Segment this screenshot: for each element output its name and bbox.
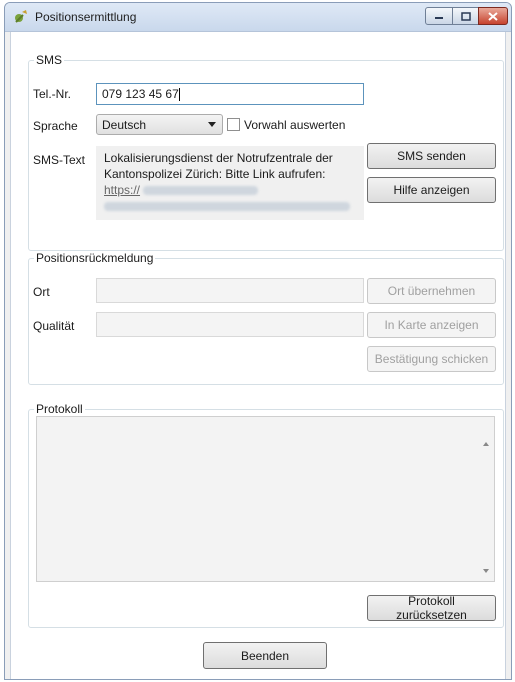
close-icon	[488, 11, 498, 21]
sms-text-line: Kantonspolizei Zürich: Bitte Link aufruf…	[104, 167, 326, 181]
sms-text-area[interactable]: Lokalisierungsdienst der Notrufzentrale …	[96, 146, 364, 220]
minimize-icon	[435, 17, 443, 19]
prefix-checkbox[interactable]	[227, 118, 240, 131]
sms-link-prefix: https://	[104, 183, 141, 197]
reset-log-button[interactable]: Protokoll zurücksetzen	[367, 594, 496, 622]
client-area: SMS Tel.-Nr. 079 123 45 67 Sprache Deuts…	[10, 32, 506, 679]
apply-location-button[interactable]: Ort übernehmen	[367, 278, 496, 304]
satellite-dish-icon	[15, 10, 27, 23]
title-bar[interactable]: Positionsermittlung	[5, 3, 511, 32]
show-on-map-button[interactable]: In Karte anzeigen	[367, 312, 496, 338]
log-group-label: Protokoll	[36, 402, 83, 416]
window-title: Positionsermittlung	[35, 10, 137, 24]
phone-input[interactable]: 079 123 45 67	[96, 83, 364, 105]
log-textarea[interactable]	[36, 416, 495, 582]
position-group-label: Positionsrückmeldung	[36, 251, 154, 265]
sms-text-line: Lokalisierungsdienst der Notrufzentrale …	[104, 151, 333, 165]
scroll-down-icon[interactable]	[483, 569, 489, 573]
exit-button[interactable]: Beenden	[203, 642, 327, 669]
send-confirmation-button[interactable]: Bestätigung schicken	[367, 346, 496, 372]
text-caret	[178, 88, 180, 102]
minimize-button[interactable]	[425, 7, 453, 25]
language-select-value: Deutsch	[102, 118, 147, 132]
app-window: Positionsermittlung SMS Tel.-Nr. 079 123…	[4, 2, 512, 680]
sms-group-label: SMS	[36, 53, 63, 67]
phone-label: Tel.-Nr.	[33, 87, 72, 101]
prefix-checkbox-label[interactable]: Vorwahl auswerten	[244, 118, 345, 132]
language-label: Sprache	[33, 119, 78, 133]
close-button[interactable]	[478, 7, 508, 25]
phone-input-value: 079 123 45 67	[102, 87, 179, 101]
maximize-button[interactable]	[452, 7, 479, 25]
sms-text-label: SMS-Text	[33, 153, 86, 167]
quality-label: Qualität	[33, 319, 75, 333]
show-help-button[interactable]: Hilfe anzeigen	[367, 177, 496, 203]
chevron-down-icon	[208, 122, 216, 127]
quality-field[interactable]	[96, 312, 364, 337]
location-label: Ort	[33, 285, 50, 299]
redacted-link	[143, 186, 259, 196]
scroll-up-icon[interactable]	[483, 442, 489, 446]
send-sms-button[interactable]: SMS senden	[367, 143, 496, 169]
location-field[interactable]	[96, 278, 364, 303]
maximize-icon	[460, 11, 471, 21]
sms-text-link[interactable]: https://	[104, 182, 356, 198]
language-select[interactable]: Deutsch	[96, 114, 223, 135]
sms-text-link-continued	[104, 198, 356, 214]
redacted-link	[104, 202, 350, 212]
